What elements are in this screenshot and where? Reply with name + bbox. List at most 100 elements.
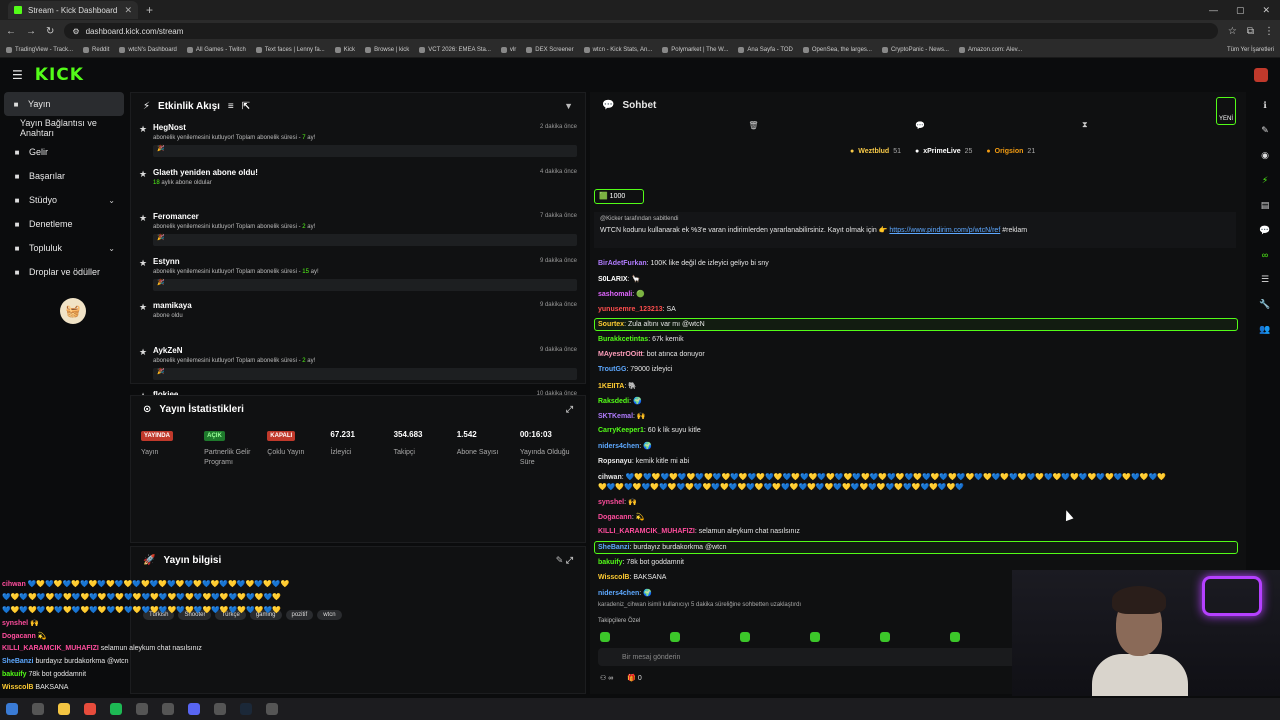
message-icon[interactable]: 💬 [915,121,925,130]
bookmark-item[interactable]: Polymarket | The W... [662,46,728,53]
sidebar-item-5[interactable]: ■ Denetleme [0,212,128,236]
doc-icon[interactable]: ▤ [1261,200,1270,211]
sidebar-item-stream-key[interactable]: Yayın Bağlantısı ve Anahtarı [0,116,128,140]
extensions-icon[interactable]: ⧉ [1247,26,1254,37]
browser-tab[interactable]: Stream - Kick Dashboard ✕ [8,1,138,19]
chat-username[interactable]: Sourtex [598,321,624,328]
chat-username[interactable]: WisscolB [598,574,629,581]
chat-message[interactable]: synshel: 🙌 [598,498,637,506]
start-icon[interactable] [6,703,18,715]
chat-username[interactable]: 1KEIITA [598,383,624,390]
app-icon[interactable] [162,703,174,715]
steam-icon[interactable] [240,703,252,715]
chat-username[interactable]: Ropsnayu [598,458,632,465]
new-tab-icon[interactable]: + [146,3,153,17]
emote-icon[interactable] [880,632,890,642]
bookmark-item[interactable]: Kick [334,46,355,53]
bookmark-star-icon[interactable]: ☆ [1228,26,1237,37]
leaderboard-entry[interactable]: ● xPrimeLive 25 [915,148,972,155]
hourglass-icon[interactable]: ⧗ [1082,120,1088,130]
emote-icon[interactable] [670,632,680,642]
emote-icon[interactable] [950,632,960,642]
new-button[interactable]: YENİ [1216,97,1236,125]
chat-username[interactable]: SKTKemal [598,413,633,420]
bookmark-item[interactable]: vlr [500,46,516,53]
users-icon[interactable]: 👥 [1259,324,1270,335]
chrome-icon[interactable] [84,703,96,715]
sidebar-item-6[interactable]: ■ Topluluk ⌄ [0,236,128,260]
expand-icon[interactable]: ⤢ [566,404,573,415]
bookmark-item[interactable]: DEX Screener [526,46,574,53]
chat-username[interactable]: niders4chen [598,590,639,597]
edit-icon[interactable]: ✎ ⤢ [556,555,573,566]
back-icon[interactable]: ← [6,26,16,37]
emote-icon[interactable] [740,632,750,642]
app-icon[interactable] [136,703,148,715]
chat-username[interactable]: SheBanzi [598,544,630,551]
bookmark-item[interactable]: Amazon.com: Alev... [958,46,1022,53]
bookmark-item[interactable]: TradingView - Track... [6,46,73,53]
chat-message[interactable]: yunusemre_123213: SA [598,306,676,313]
emote-icon[interactable] [810,632,820,642]
chat-username[interactable]: Raksdedi [598,398,629,405]
emote-icon[interactable] [600,632,610,642]
chat-message[interactable]: bakuify: 78k bot goddamnit [598,559,684,566]
bookmark-item[interactable]: Browse | kick [365,46,409,53]
trash-icon[interactable]: 🗑 [748,121,758,130]
sidebar-item-0[interactable]: ■ Yayın [4,92,124,116]
chat-message[interactable]: KILLI_KARAMCIK_MUHAFIZI: selamun aleykum… [598,528,800,535]
chat-username[interactable]: CarryKeeper1 [598,427,644,434]
chat-username[interactable]: TroutGG [598,366,626,373]
info-icon[interactable]: ℹ [1263,100,1266,111]
reload-icon[interactable]: ↻ [46,26,54,37]
chat-username[interactable]: BirAdetFurkan [598,260,647,267]
chat-message[interactable]: Raksdedi: 🌍 [598,397,642,405]
chat-message[interactable]: CarryKeeper1: 60 k lik suyu kitle [598,427,701,434]
chat-username[interactable]: Burakkcetintas [598,336,648,343]
spotify-icon[interactable] [110,703,122,715]
chat-username[interactable]: sashomali [598,291,632,298]
chat-username[interactable]: yunusemre_123213 [598,306,663,313]
chat-input[interactable]: Bir mesaj gönderin [598,648,1018,666]
chat-message[interactable]: Burakkcetintas: 67k kemik [598,336,684,343]
kicks-goal[interactable]: 🟩 1000 [594,189,644,204]
user-avatar[interactable] [1254,68,1268,82]
funnel-icon[interactable]: ▼ [564,101,573,111]
chat-message[interactable]: MAyestrOOitt: bot atınca donuyor [598,351,705,358]
chat-message[interactable]: Sourtex: Zula altını var mı @wtcN [598,321,705,328]
obs-icon[interactable] [266,703,278,715]
search-icon[interactable] [32,703,44,715]
app-icon[interactable] [214,703,226,715]
chat-username[interactable]: KILLI_KARAMCIK_MUHAFIZI [598,528,695,535]
pencil-icon[interactable]: ✎ [1261,125,1269,136]
chat-username[interactable]: S0LARIX [598,276,628,283]
bolt-rail-icon[interactable]: ⚡ [1262,175,1268,186]
hamburger-menu-icon[interactable]: ☰ [12,68,23,82]
chat-message[interactable]: niders4chen: 🌍 [598,589,652,597]
kick-points-icon[interactable]: ⚇ ∞ [600,674,613,682]
camera-icon[interactable]: ◉ [1261,150,1269,161]
minimize-icon[interactable]: — [1209,5,1218,16]
bookmark-item[interactable]: Text faces | Lenny fa... [255,46,325,53]
chat-username[interactable]: MAyestrOOitt [598,351,643,358]
wrench-icon[interactable]: 🔧 [1259,299,1270,310]
chat-message[interactable]: Dogacann: 💫 [598,513,644,521]
chat-username[interactable]: bakuify [598,559,623,566]
leaderboard-entry[interactable]: ● Origsion 21 [986,148,1035,155]
explorer-icon[interactable] [58,703,70,715]
chat-username[interactable]: synshel [598,499,624,506]
leaderboard-entry[interactable]: ● Weztblud 51 [850,148,901,155]
chat-username[interactable]: Dogacann [598,514,632,521]
chat-message[interactable]: SKTKemal: 🙌 [598,412,646,420]
sidebar-item-3[interactable]: ■ Başarılar [0,164,128,188]
chat-message[interactable]: S0LARIX: 🦙 [598,275,640,283]
chat-message[interactable]: Ropsnayu: kemik kitle mi abi [598,458,689,465]
chat-rail-icon[interactable]: 💬 [1259,225,1270,236]
close-window-icon[interactable]: ✕ [1262,5,1270,16]
bookmark-item[interactable]: wtcN's Dashboard [119,46,177,53]
all-bookmarks[interactable]: Tüm Yer İşaretleri [1227,47,1274,53]
chat-message[interactable]: TroutGG: 79000 izleyici [598,366,672,373]
sidebar-item-2[interactable]: ■ Gelir [0,140,128,164]
kick-logo[interactable]: KICK [35,65,84,85]
basket-icon[interactable]: 🧺 [60,298,86,324]
